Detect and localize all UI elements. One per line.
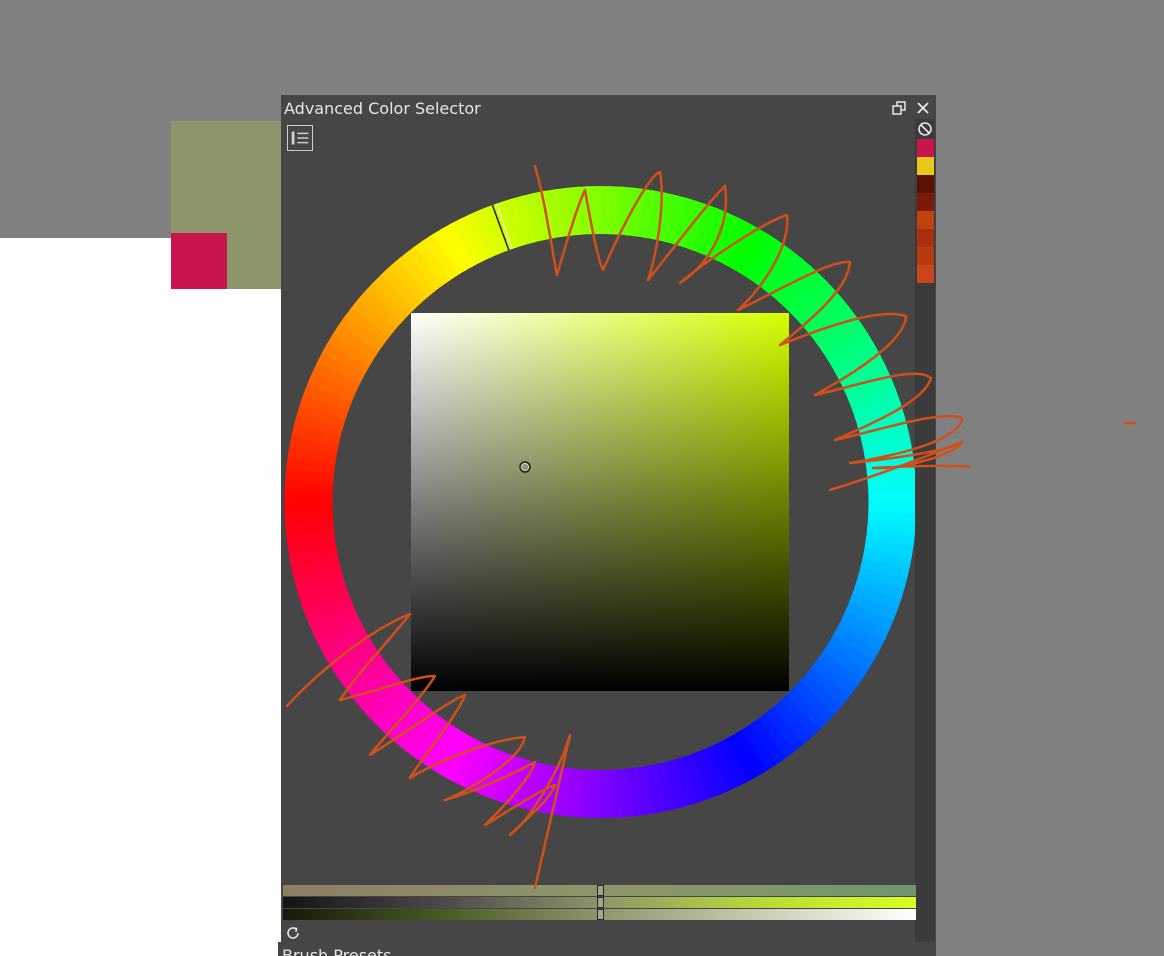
color-history-panel (915, 119, 935, 945)
color-history-swatch[interactable] (917, 247, 934, 265)
canvas-area[interactable] (0, 238, 290, 956)
value-slider-handle[interactable] (596, 897, 604, 908)
refresh-icon[interactable] (285, 925, 301, 941)
background-color-swatch[interactable] (171, 233, 227, 289)
brush-presets-docker: Brush Presets (278, 942, 936, 956)
no-color-icon[interactable] (917, 121, 933, 137)
hue-slider-handle[interactable] (596, 885, 604, 896)
color-history-swatch[interactable] (917, 139, 934, 157)
advanced-color-selector-docker: Advanced Color Selector (281, 95, 936, 945)
color-history-swatch[interactable] (917, 229, 934, 247)
saturation-value-square[interactable] (411, 313, 789, 691)
hue-slider[interactable] (283, 885, 916, 896)
color-history-list (917, 139, 934, 283)
color-selector-canvas (284, 186, 916, 818)
saturation-slider[interactable] (283, 909, 916, 920)
color-history-swatch[interactable] (917, 193, 934, 211)
color-history-swatch[interactable] (917, 175, 934, 193)
saturation-slider-handle[interactable] (596, 909, 604, 920)
color-history-swatch[interactable] (917, 157, 934, 175)
color-history-swatch[interactable] (917, 211, 934, 229)
color-sliders (283, 885, 916, 921)
hue-ring-segment[interactable] (868, 498, 916, 514)
close-icon[interactable] (915, 100, 931, 116)
brush-presets-title: Brush Presets (282, 946, 392, 956)
value-slider[interactable] (283, 897, 916, 908)
color-history-swatch[interactable] (917, 265, 934, 283)
